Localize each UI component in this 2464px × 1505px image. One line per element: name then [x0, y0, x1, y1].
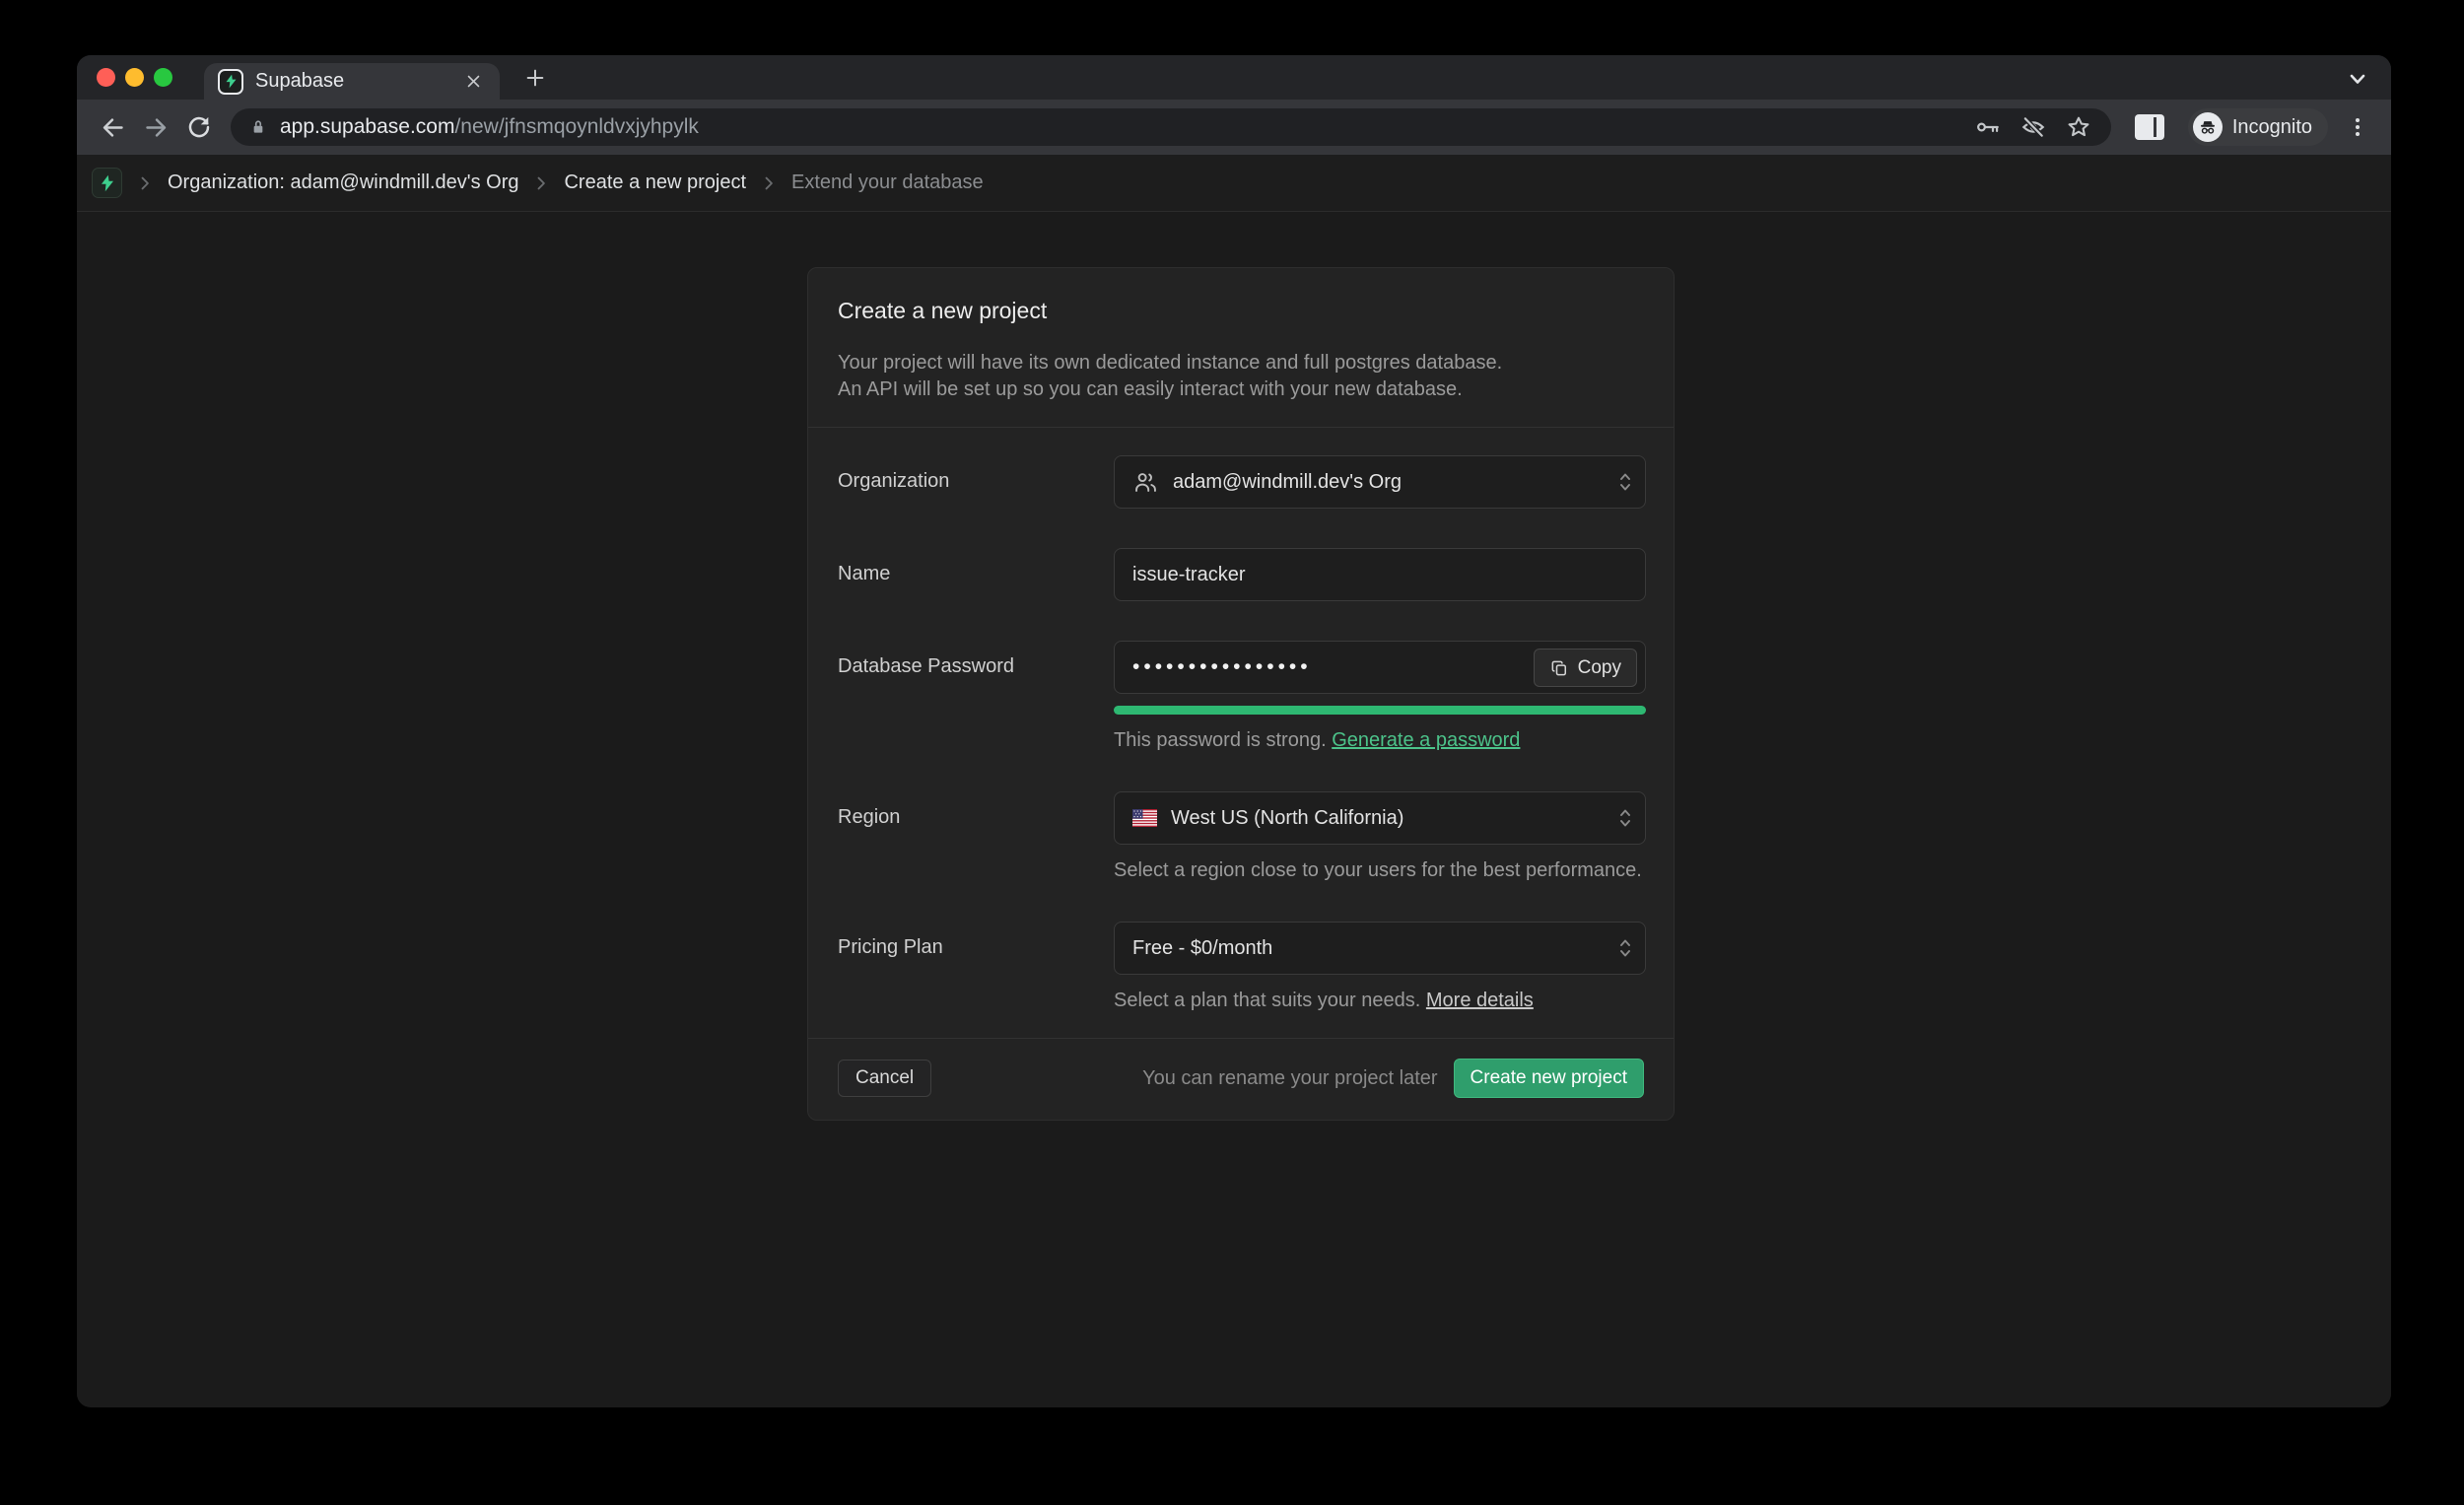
region-value: West US (North California): [1171, 807, 1403, 830]
browser-window: Supabase: [77, 55, 2391, 1407]
select-chevrons-icon: [1617, 935, 1633, 962]
us-flag-icon: [1132, 809, 1157, 827]
region-row: Region: [838, 791, 1644, 882]
pricing-helper-text: Select a plan that suits your needs.: [1114, 990, 1420, 1011]
incognito-label: Incognito: [2232, 116, 2312, 139]
region-select[interactable]: West US (North California): [1114, 791, 1646, 845]
password-label: Database Password: [838, 641, 1114, 752]
breadcrumb-extend-database: Extend your database: [791, 171, 984, 194]
supabase-favicon-icon: [218, 69, 243, 95]
password-strength-message: This password is strong.: [1114, 729, 1327, 751]
name-row: Name issue-tracker: [838, 548, 1644, 601]
url-path: /new/jfnsmqoynldvxjyhpylk: [454, 115, 698, 138]
organization-row: Organization: [838, 455, 1644, 509]
page-title: Create a new project: [838, 298, 1644, 324]
bookmark-star-icon[interactable]: [2064, 112, 2093, 142]
chevron-right-icon: [759, 173, 779, 193]
password-input[interactable]: •••••••••••••••• Copy: [1114, 641, 1646, 694]
tab-close-icon[interactable]: [460, 69, 486, 95]
desktop-background: Supabase: [0, 0, 2464, 1505]
page-content: Create a new project Your project will h…: [77, 212, 2391, 1406]
breadcrumb-create-project[interactable]: Create a new project: [564, 171, 746, 194]
zoom-window-button[interactable]: [154, 68, 172, 87]
browser-menu-icon[interactable]: [2338, 107, 2377, 147]
pricing-value: Free - $0/month: [1132, 937, 1272, 960]
chevron-right-icon: [135, 173, 155, 193]
pricing-label: Pricing Plan: [838, 922, 1114, 1012]
description-line-1: Your project will have its own dedicated…: [838, 350, 1644, 376]
passwords-key-icon[interactable]: [1973, 112, 2003, 142]
breadcrumb-organization[interactable]: Organization: adam@windmill.dev's Org: [168, 171, 518, 194]
traffic-lights: [97, 68, 172, 87]
cancel-button[interactable]: Cancel: [838, 1060, 931, 1097]
tab-strip: Supabase: [77, 55, 2391, 100]
incognito-icon: [2193, 112, 2223, 142]
forward-button[interactable]: [134, 105, 177, 149]
generate-password-link[interactable]: Generate a password: [1332, 729, 1520, 751]
select-chevrons-icon: [1617, 469, 1633, 496]
side-panel-icon[interactable]: [2135, 114, 2164, 140]
pricing-select[interactable]: Free - $0/month: [1114, 922, 1646, 975]
address-bar[interactable]: app.supabase.com/new/jfnsmqoynldvxjyhpyl…: [231, 108, 2111, 146]
password-helper: This password is strong. Generate a pass…: [1114, 729, 1646, 752]
pricing-helper: Select a plan that suits your needs. Mor…: [1114, 990, 1646, 1012]
close-window-button[interactable]: [97, 68, 115, 87]
card-footer: Cancel You can rename your project later…: [808, 1039, 1674, 1120]
organization-select[interactable]: adam@windmill.dev's Org: [1114, 455, 1646, 509]
password-row: Database Password •••••••••••••••• Copy: [838, 641, 1644, 752]
password-masked-value: ••••••••••••••••: [1132, 655, 1312, 679]
chevron-right-icon: [531, 173, 551, 193]
tab-title: Supabase: [255, 70, 448, 93]
lock-icon[interactable]: [248, 116, 268, 138]
region-helper: Select a region close to your users for …: [1114, 859, 1646, 882]
reload-button[interactable]: [177, 105, 221, 149]
url-text: app.supabase.com/new/jfnsmqoynldvxjyhpyl…: [280, 115, 1957, 139]
region-label: Region: [838, 791, 1114, 882]
users-icon: [1132, 469, 1159, 496]
breadcrumb: Organization: adam@windmill.dev's Org Cr…: [77, 155, 2391, 212]
create-new-project-button[interactable]: Create new project: [1454, 1059, 1644, 1098]
url-domain: app.supabase.com: [280, 115, 454, 138]
organization-label: Organization: [838, 455, 1114, 509]
supabase-logo-icon[interactable]: [92, 168, 122, 198]
minimize-window-button[interactable]: [125, 68, 144, 87]
project-name-value: issue-tracker: [1132, 564, 1245, 586]
more-details-link[interactable]: More details: [1426, 990, 1534, 1011]
rename-note: You can rename your project later: [1142, 1067, 1437, 1090]
card-header: Create a new project Your project will h…: [808, 268, 1674, 427]
description-line-2: An API will be set up so you can easily …: [838, 376, 1644, 403]
copy-button-label: Copy: [1578, 657, 1621, 679]
incognito-badge[interactable]: Incognito: [2188, 108, 2328, 146]
create-project-card: Create a new project Your project will h…: [807, 267, 1675, 1121]
copy-password-button[interactable]: Copy: [1534, 649, 1637, 687]
password-strength-bar: [1114, 706, 1646, 715]
tab-search-chevron-icon[interactable]: [2346, 67, 2369, 91]
card-body: Organization: [808, 428, 1674, 1012]
name-label: Name: [838, 548, 1114, 601]
browser-toolbar: app.supabase.com/new/jfnsmqoynldvxjyhpyl…: [77, 100, 2391, 155]
pricing-row: Pricing Plan Free - $0/month: [838, 922, 1644, 1012]
select-chevrons-icon: [1617, 805, 1633, 832]
card-description: Your project will have its own dedicated…: [838, 350, 1644, 403]
browser-tab-supabase[interactable]: Supabase: [204, 63, 500, 100]
project-name-input[interactable]: issue-tracker: [1114, 548, 1646, 601]
organization-value: adam@windmill.dev's Org: [1173, 471, 1402, 494]
new-tab-button[interactable]: [515, 58, 555, 98]
eye-off-icon[interactable]: [2019, 112, 2048, 142]
back-button[interactable]: [91, 105, 134, 149]
